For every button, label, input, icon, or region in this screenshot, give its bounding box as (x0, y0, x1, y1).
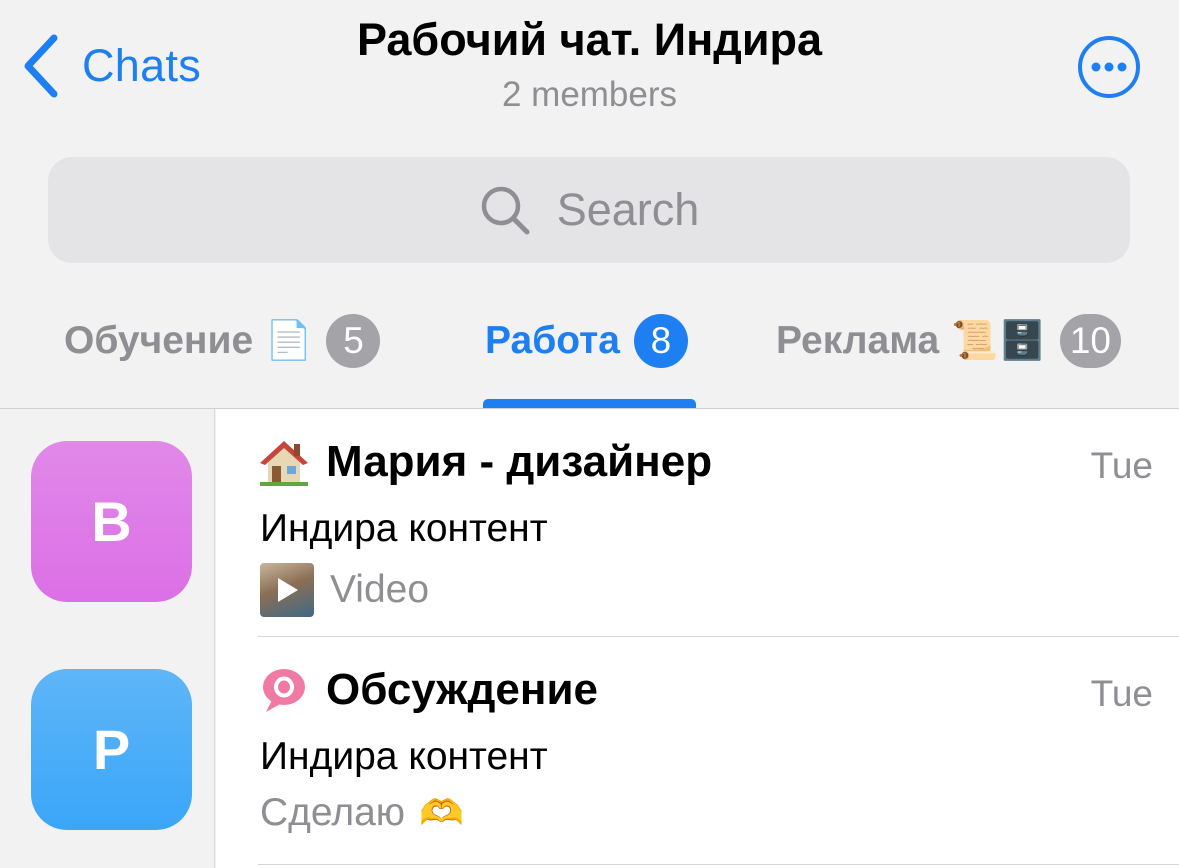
timestamp: Tue (1090, 445, 1153, 486)
search-placeholder: Search (556, 184, 700, 235)
unread-badge: 5 (326, 314, 381, 368)
tab-obuchenie[interactable]: Обучение 📄 5 (64, 312, 381, 370)
unread-badge: 8 (633, 314, 688, 368)
sender-name: Индира контент (260, 735, 548, 778)
more-options-icon[interactable] (1077, 35, 1141, 99)
tab-label: Работа (485, 319, 620, 362)
timestamp: Tue (1090, 673, 1153, 714)
chat-name: Обсуждение (326, 665, 598, 714)
message-text: Сделаю (260, 791, 406, 834)
unread-badge: 10 (1059, 314, 1122, 368)
chat-row[interactable]: Мария - дизайнер Tue Индира контент Vide… (216, 409, 1179, 637)
avatar[interactable]: B (31, 441, 192, 602)
sender-name: Индира контент (260, 507, 548, 550)
message-preview: Сделаю 🫶 (260, 791, 464, 835)
search-icon (481, 186, 530, 235)
scroll-and-cabinet-icon: 📜🗄️ (951, 320, 1046, 362)
message-text: Video (330, 568, 430, 611)
tab-reklama[interactable]: Реклама 📜🗄️ 10 (776, 312, 1122, 370)
play-icon (278, 578, 298, 602)
tab-rabota[interactable]: Работа 8 (485, 312, 688, 370)
chat-row[interactable]: Обсуждение Tue Индира контент Сделаю 🫶 (216, 637, 1179, 865)
chat-title: Рабочий чат. Индира (356, 14, 823, 65)
house-icon (260, 441, 308, 486)
row-divider (258, 864, 1179, 865)
member-count: 2 members (501, 75, 678, 114)
tab-label: Реклама (776, 319, 940, 362)
active-tab-indicator (483, 399, 696, 408)
video-thumbnail (260, 563, 314, 617)
heart-hands-icon: 🫶 (419, 792, 464, 833)
avatar[interactable]: P (31, 669, 192, 830)
document-icon: 📄 (265, 320, 313, 362)
search-input[interactable]: Search (48, 157, 1130, 263)
chat-name: Мария - дизайнер (326, 437, 713, 486)
message-preview: Video (260, 563, 429, 617)
tab-label: Обучение (64, 319, 254, 362)
speech-bubble-icon (263, 669, 305, 712)
